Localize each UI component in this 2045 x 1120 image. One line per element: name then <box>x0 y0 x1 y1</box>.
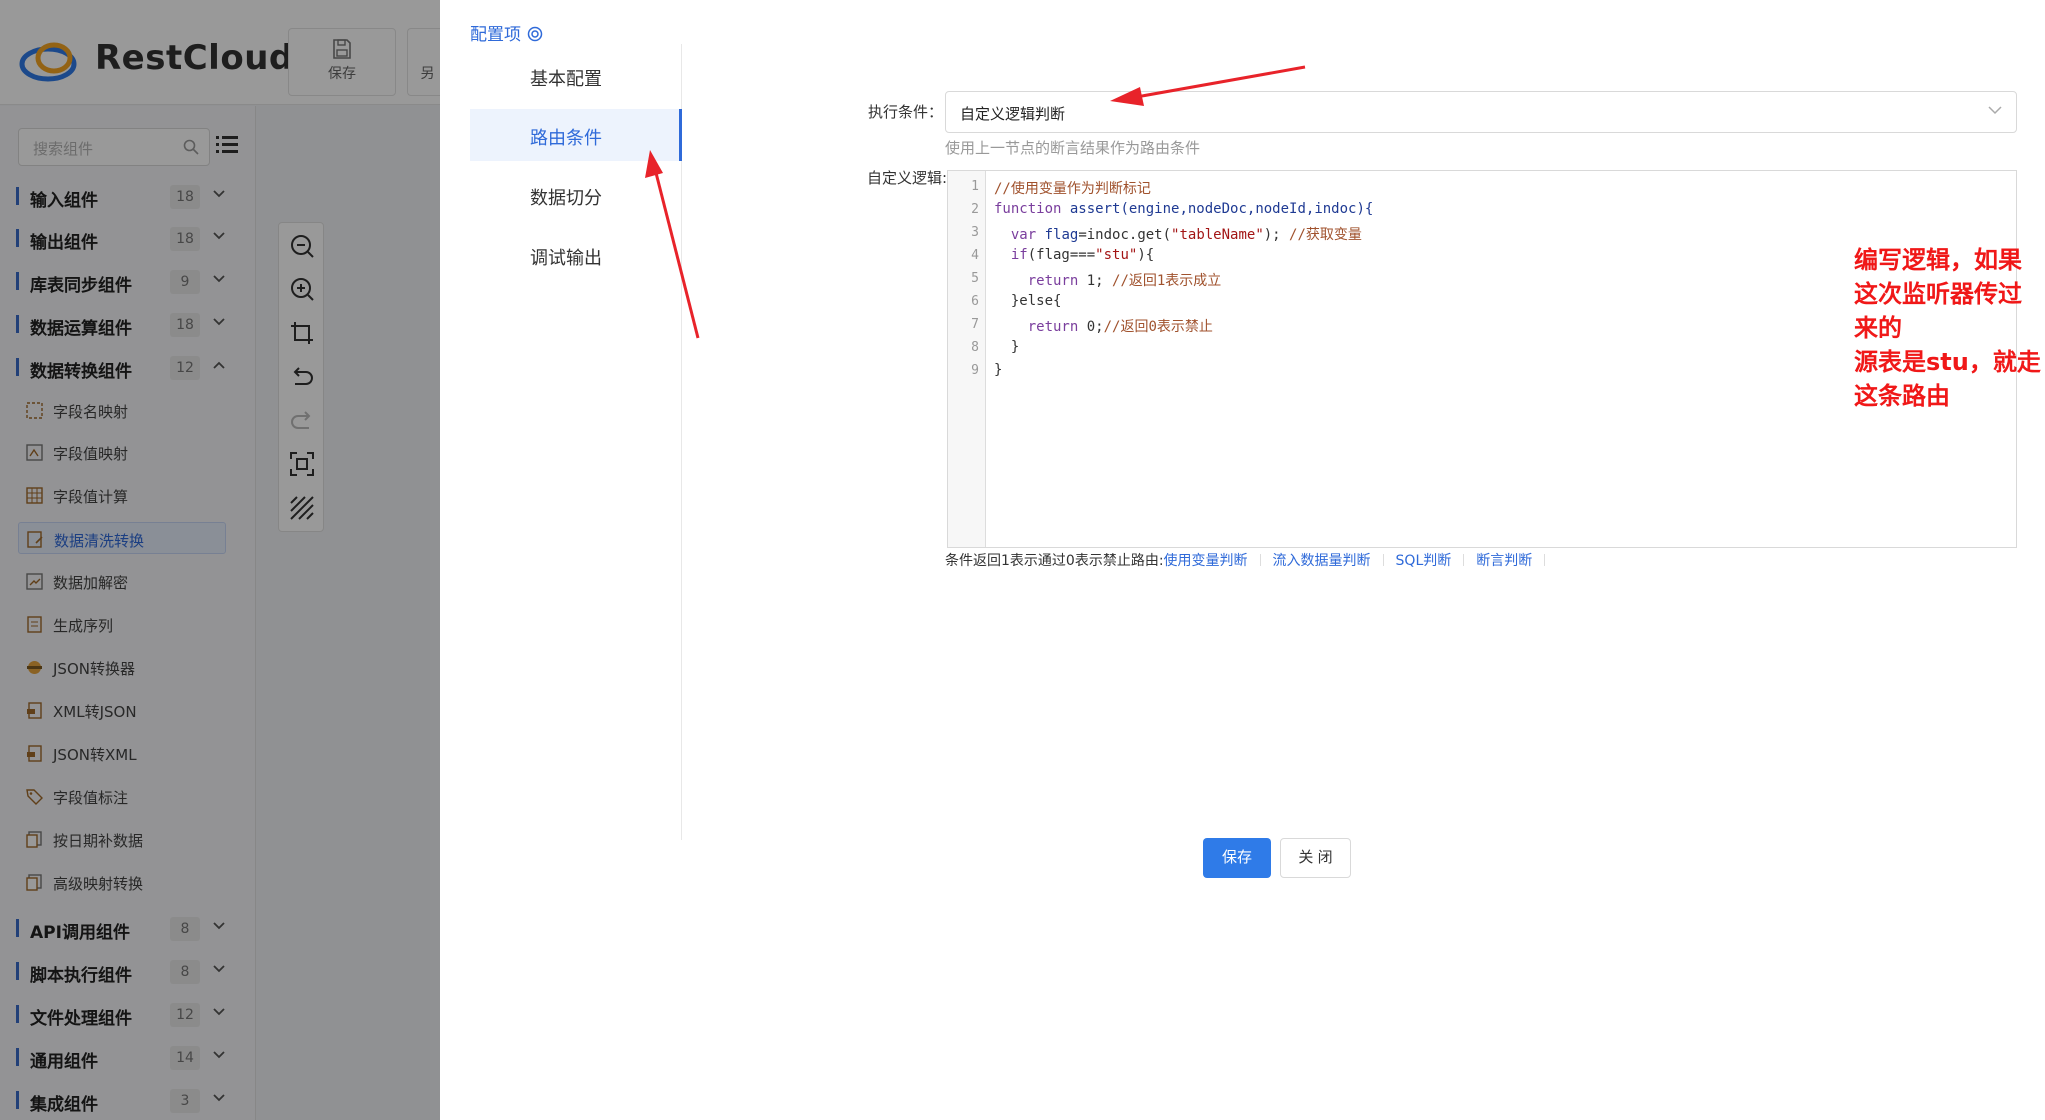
line-number: 3 <box>971 225 979 240</box>
close-button[interactable]: 关 闭 <box>1280 838 1351 878</box>
link-assert-judge[interactable]: 断言判断 <box>1476 553 1532 569</box>
config-drawer: 配置项 基本配置 路由条件 数据切分 调试输出 执行条件： 自定义逻辑判断 使用… <box>440 0 2045 1120</box>
exec-condition-select[interactable]: 自定义逻辑判断 <box>945 91 2017 133</box>
line-number: 4 <box>971 248 979 263</box>
line-number: 8 <box>971 340 979 355</box>
code-line: var flag=indoc.get("tableName"); //获取变量 <box>994 227 1362 243</box>
chevron-down-icon <box>1988 106 2002 115</box>
line-number: 1 <box>971 179 979 194</box>
code-line: if(flag==="stu"){ <box>994 247 1155 263</box>
code-line: //使用变量作为判断标记 <box>994 181 1151 197</box>
line-number: 2 <box>971 202 979 217</box>
nav-data-split[interactable]: 数据切分 <box>470 169 682 221</box>
code-line: } <box>994 339 1020 355</box>
code-line: }else{ <box>994 293 1062 309</box>
link-sql-judge[interactable]: SQL判断 <box>1396 553 1452 569</box>
target-icon <box>527 26 543 42</box>
line-number: 5 <box>971 271 979 286</box>
save-button[interactable]: 保存 <box>1203 838 1271 878</box>
code-line: return 1; //返回1表示成立 <box>994 273 1222 289</box>
custom-logic-label: 自定义逻辑: <box>867 169 948 187</box>
nav-route-condition[interactable]: 路由条件 <box>470 109 682 161</box>
editor-gutter: 1 2 3 4 5 6 7 8 9 <box>948 171 986 547</box>
annotation-note: 编写逻辑，如果这次监听器传过来的 源表是stu，就走这条路由 <box>1854 246 2041 410</box>
nav-debug-output[interactable]: 调试输出 <box>470 229 682 281</box>
code-line: } <box>994 362 1003 378</box>
exec-condition-label: 执行条件： <box>868 103 944 121</box>
line-number: 9 <box>971 363 979 378</box>
link-inflow-count-judge[interactable]: 流入数据量判断 <box>1273 553 1371 569</box>
code-line: function assert(engine,nodeDoc,nodeId,in… <box>994 201 1374 217</box>
exec-condition-hint: 使用上一节点的断言结果作为路由条件 <box>945 139 1201 157</box>
link-variable-judge[interactable]: 使用变量判断 <box>1164 553 1248 569</box>
exec-condition-value: 自定义逻辑判断 <box>960 105 1066 123</box>
config-nav: 基本配置 路由条件 数据切分 调试输出 <box>470 44 682 840</box>
config-title: 配置项 <box>470 20 543 45</box>
line-number: 6 <box>971 294 979 309</box>
code-line: return 0;//返回0表示禁止 <box>994 319 1213 335</box>
line-number: 7 <box>971 317 979 332</box>
nav-basic-config[interactable]: 基本配置 <box>470 50 682 102</box>
condition-helper: 条件返回1表示通过0表示禁止路由:使用变量判断 流入数据量判断 SQL判断 断言判断 <box>945 550 1557 570</box>
